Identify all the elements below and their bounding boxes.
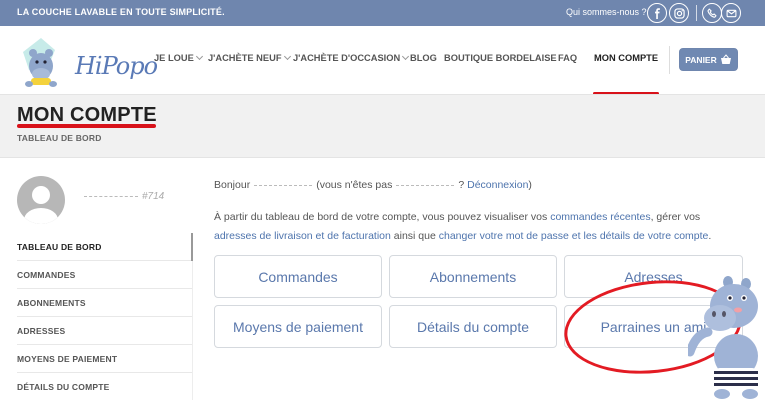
cart-button[interactable]: PANIER: [679, 48, 738, 71]
menu-item-moyens-de-paiement[interactable]: MOYENS DE PAIEMENT: [17, 345, 193, 373]
intro-text: , gérer vos: [650, 211, 701, 223]
greeting: Bonjour (vous n'êtes pas? Déconnexion): [214, 179, 532, 191]
greeting-question: ?: [458, 179, 465, 191]
email-icon[interactable]: [721, 3, 741, 23]
top-bar: LA COUCHE LAVABLE EN TOUTE SIMPLICITÉ. Q…: [0, 0, 765, 26]
menu-item-abonnements[interactable]: ABONNEMENTS: [17, 289, 193, 317]
nav-faq[interactable]: FAQ: [558, 53, 577, 63]
logout-link[interactable]: Déconnexion: [467, 179, 528, 191]
nav-boutique-bordelaise[interactable]: BOUTIQUE BORDELAISE: [444, 53, 557, 63]
user-id: #714: [80, 191, 164, 202]
nav-je-loue[interactable]: JE LOUE: [154, 52, 203, 63]
greeting-close: ): [528, 179, 532, 191]
menu-item-tableau-de-bord[interactable]: TABLEAU DE BORD: [17, 233, 193, 261]
tile-moyens-de-paiement[interactable]: Moyens de paiement: [214, 305, 382, 348]
menu-item-details-du-compte[interactable]: DÉTAILS DU COMPTE: [17, 373, 193, 400]
site-logo[interactable]: HiPopo: [17, 34, 158, 90]
nav-achete-occasion[interactable]: J'ACHÈTE D'OCCASION: [293, 52, 410, 63]
cart-label: PANIER: [685, 54, 717, 65]
nav-achete-neuf[interactable]: J'ACHÈTE NEUF: [208, 52, 291, 63]
annotation-underline-title: [17, 124, 156, 128]
phone-icon[interactable]: [702, 3, 722, 23]
nav-label: J'ACHÈTE D'OCCASION: [293, 53, 401, 63]
about-us-link[interactable]: Qui sommes-nous ?: [566, 7, 647, 17]
greeting-mid: (vous n'êtes pas: [316, 179, 393, 191]
sidebar-divider: [192, 261, 193, 400]
avatar: [17, 176, 65, 224]
logo-text: HiPopo: [75, 52, 158, 80]
redacted-username: [84, 195, 138, 197]
redacted-name: [254, 184, 313, 186]
hippo-mascot-icon: [688, 276, 758, 399]
facebook-icon[interactable]: [647, 3, 667, 23]
topbar-divider: [696, 5, 697, 21]
tagline: LA COUCHE LAVABLE EN TOUTE SIMPLICITÉ.: [17, 7, 225, 17]
nav-mon-compte[interactable]: MON COMPTE: [594, 53, 658, 63]
chevron-down-icon: [283, 52, 291, 61]
account-menu: TABLEAU DE BORD COMMANDES ABONNEMENTS AD…: [17, 233, 193, 400]
basket-icon: [720, 54, 731, 64]
nav-label: JE LOUE: [154, 53, 194, 63]
dashboard-intro: À partir du tableau de bord de votre com…: [214, 208, 744, 246]
nav-label: J'ACHÈTE NEUF: [208, 53, 282, 63]
intro-text: .: [708, 230, 712, 242]
tile-commandes[interactable]: Commandes: [214, 255, 382, 298]
tile-abonnements[interactable]: Abonnements: [389, 255, 557, 298]
active-menu-indicator: [191, 233, 193, 261]
menu-item-adresses[interactable]: ADRESSES: [17, 317, 193, 345]
menu-item-commandes[interactable]: COMMANDES: [17, 261, 193, 289]
recent-orders-link[interactable]: commandes récentes: [550, 211, 650, 223]
redacted-name: [396, 184, 455, 186]
addresses-link[interactable]: adresses de livraison et de facturation: [214, 230, 391, 242]
chevron-down-icon: [195, 52, 203, 61]
user-avatar-icon: [24, 186, 58, 224]
user-id-number: #714: [142, 191, 165, 202]
intro-text: ainsi que: [390, 230, 439, 242]
intro-text: À partir du tableau de bord de votre com…: [214, 211, 551, 223]
greeting-prefix: Bonjour: [214, 179, 251, 191]
instagram-icon[interactable]: [669, 3, 689, 23]
nav-blog[interactable]: BLOG: [410, 53, 437, 63]
breadcrumb: TABLEAU DE BORD: [17, 133, 102, 143]
chevron-down-icon: [402, 52, 410, 61]
account-details-link[interactable]: changer votre mot de passe et les détail…: [439, 230, 709, 242]
header-divider: [669, 46, 670, 74]
site-header: HiPopo JE LOUE J'ACHÈTE NEUF J'ACHÈTE D'…: [0, 26, 765, 95]
tile-details-du-compte[interactable]: Détails du compte: [389, 305, 557, 348]
